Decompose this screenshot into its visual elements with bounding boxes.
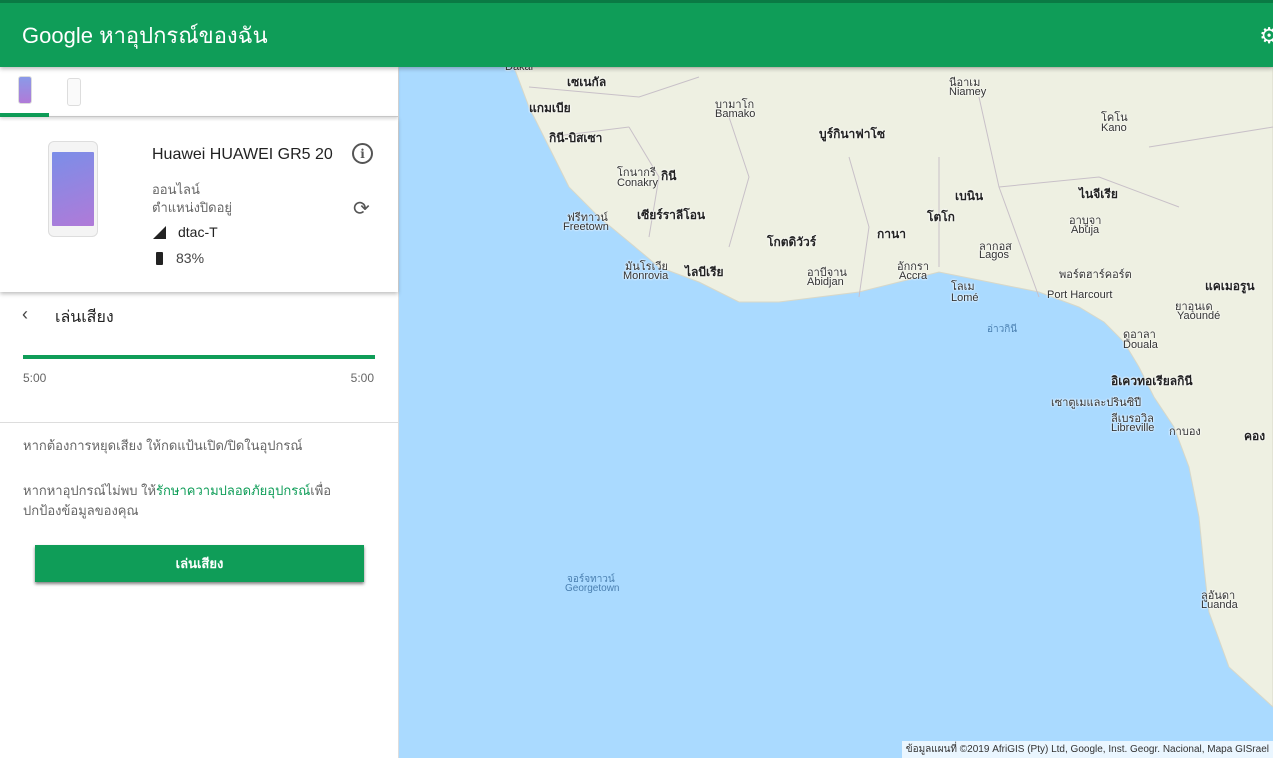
location-status: ตำแหน่งปิดอยู่	[152, 200, 233, 215]
map-label: ไลบีเรีย	[685, 265, 724, 279]
map-label: กินี-บิสเซา	[549, 131, 603, 145]
map-label: Freetown	[563, 221, 609, 233]
device-image	[48, 141, 98, 237]
map-label: Luanda	[1201, 599, 1238, 611]
section-title: เล่นเสียง	[55, 309, 114, 326]
map-label: คอง	[1244, 429, 1266, 443]
side-panel: Huawei HUAWEI GR5 20 i ออนไลน์ ตำแหน่งปิ…	[0, 67, 399, 758]
map-label: โตโก	[927, 210, 955, 224]
secure-device-link[interactable]: รักษาความปลอดภัยอุปกรณ์	[156, 483, 310, 498]
map-label: Lomé	[951, 292, 979, 304]
map-label: Dakar	[505, 67, 535, 73]
device-tabs	[0, 67, 398, 117]
map-label: Niamey	[949, 86, 987, 98]
sound-progress-bar	[23, 355, 375, 359]
map-label: Libreville	[1111, 422, 1155, 434]
time-elapsed: 5:00	[23, 371, 47, 385]
phone-thumbnail-icon	[66, 78, 81, 106]
info-icon[interactable]: i	[352, 143, 373, 164]
map-label: พอร์ตฮาร์คอร์ต	[1059, 269, 1132, 281]
device-card: Huawei HUAWEI GR5 20 i ออนไลน์ ตำแหน่งปิ…	[0, 117, 398, 292]
app-header: Google หาอุปกรณ์ของฉัน ⚙	[0, 0, 1273, 67]
map-label: Conakry	[617, 177, 658, 189]
map-label: Accra	[899, 270, 928, 282]
map-attribution: ข้อมูลแผนที่ ©2019 AfriGIS (Pty) Ltd, Go…	[901, 741, 1273, 758]
back-arrow-icon[interactable]: ‹	[22, 304, 28, 325]
map-label: Douala	[1123, 339, 1158, 351]
app-title: Google หาอุปกรณ์ของฉัน	[22, 22, 268, 48]
map-label: ไนจีเรีย	[1079, 187, 1118, 201]
map-label: แคเมอรูน	[1205, 279, 1255, 293]
refresh-icon[interactable]: ⟳	[353, 196, 370, 221]
map-label: เซียร์ราลีโอน	[637, 208, 706, 222]
map-label: กานา	[877, 227, 906, 241]
tab-device-other[interactable]	[49, 67, 98, 117]
map-label: Yaoundé	[1177, 310, 1221, 322]
map-label: Monrovia	[623, 270, 669, 282]
map-label: บูร์กินาฟาโซ	[819, 127, 886, 141]
time-total: 5:00	[350, 371, 374, 385]
gear-icon[interactable]: ⚙	[1259, 23, 1273, 49]
map-label: กินี	[661, 169, 677, 183]
map-label: อ่าวกินี	[987, 324, 1018, 335]
map-label: กาบอง	[1169, 426, 1201, 438]
not-found-hint: หากหาอุปกรณ์ไม่พบ ให้รักษาความปลอดภัยอุป…	[23, 483, 332, 518]
play-sound-section: ‹ เล่นเสียง 5:00 5:00	[0, 292, 398, 423]
map-label: Kano	[1101, 122, 1127, 134]
map-label: Georgetown	[565, 583, 620, 594]
battery-level: 83%	[176, 250, 205, 266]
tab-device-huawei[interactable]	[0, 67, 49, 117]
map-label: Abuja	[1071, 224, 1100, 236]
map-label: Lagos	[979, 249, 1009, 261]
battery-icon	[156, 252, 163, 265]
map-label: Bamako	[715, 108, 756, 120]
map-label: Port Harcourt	[1047, 289, 1113, 301]
map-label: อิเควทอเรียลกินี	[1111, 374, 1193, 388]
map-label: แกมเบีย	[529, 101, 571, 115]
map-label: Abidjan	[807, 276, 844, 288]
map-label: เซเนกัล	[567, 75, 607, 89]
map-label: เบนิน	[955, 189, 984, 203]
carrier-name: dtac-T	[178, 224, 218, 240]
map[interactable]: Dakar เซเนกัล แกมเบีย กินี-บิสเซา บามาโก Bama…	[399, 67, 1273, 758]
phone-thumbnail-icon	[17, 76, 32, 104]
play-sound-button[interactable]: เล่นเสียง	[35, 545, 364, 582]
stop-hint: หากต้องการหยุดเสียง ให้กดแป้นเปิด/ปิดในอ…	[23, 438, 303, 453]
signal-icon	[153, 226, 166, 239]
map-label: โกตดิวัวร์	[767, 235, 817, 249]
device-name: Huawei HUAWEI GR5 20	[152, 146, 333, 163]
